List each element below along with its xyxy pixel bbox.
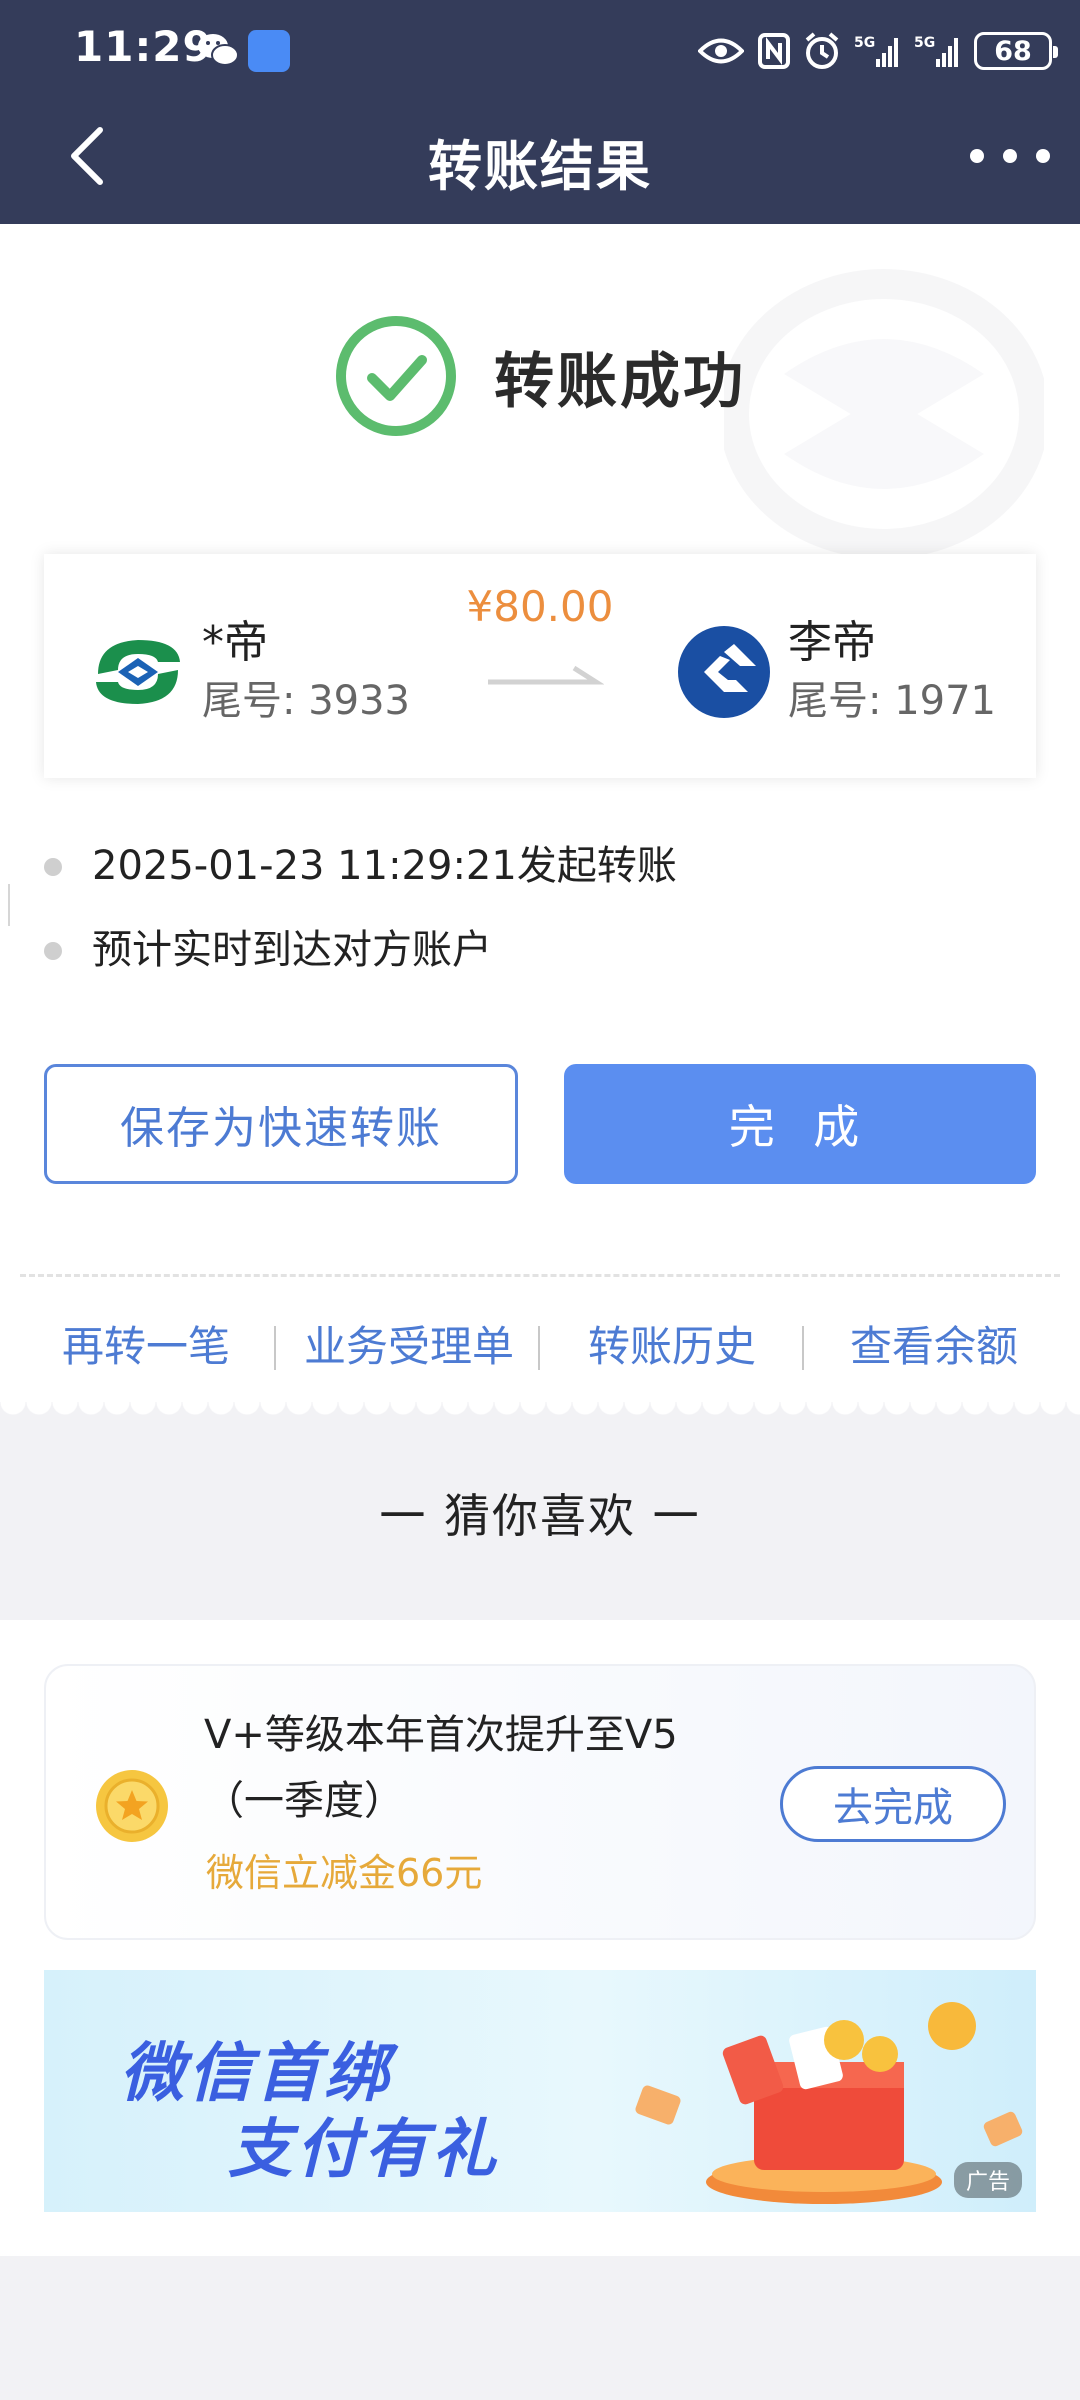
ad-label: 广告 xyxy=(953,2162,1022,2198)
more-options-button[interactable] xyxy=(970,136,1050,176)
link-transfer-history[interactable]: 转账历史 xyxy=(588,1312,756,1382)
timeline-item: 预计实时到达对方账户 xyxy=(44,908,1024,992)
success-text: 转账成功 xyxy=(494,346,746,417)
payee-name: 李帝 xyxy=(788,617,876,668)
payer-name: *帝 xyxy=(202,617,268,668)
quick-links: 再转一笔 业务受理单 转账历史 查看余额 xyxy=(0,1312,1080,1382)
link-separator xyxy=(538,1326,540,1370)
link-check-balance[interactable]: 查看余额 xyxy=(850,1312,1018,1382)
signal-5g-icon-2: 5G xyxy=(914,35,958,67)
banner-line-2: 支付有礼 xyxy=(228,2113,500,2187)
transfer-summary-card: ¥80.00 *帝 尾号: 3933 李帝 尾号: 1971 xyxy=(44,554,1036,778)
transfer-result-panel: 转账成功 ¥80.00 *帝 尾号: 3933 李帝 尾号: 1971 2025… xyxy=(0,224,1080,1402)
status-bar: 11:29 5G 5G 68 xyxy=(0,0,1080,100)
timeline-text: 预计实时到达对方账户 xyxy=(92,927,492,973)
transfer-timeline: 2025-01-23 11:29:21发起转账 预计实时到达对方账户 xyxy=(44,824,1024,992)
svg-text:5G: 5G xyxy=(914,35,935,51)
app-notification-icon xyxy=(248,30,290,72)
recommend-heading: 一 猜你喜欢 一 xyxy=(379,1489,701,1543)
task-card[interactable]: V+等级本年首次提升至V5（一季度） 微信立减金66元 去完成 xyxy=(44,1664,1036,1940)
done-button[interactable]: 完 成 xyxy=(564,1064,1036,1184)
battery-indicator: 68 xyxy=(974,32,1058,70)
eye-icon xyxy=(698,38,744,64)
nfc-icon xyxy=(758,33,790,69)
promo-banner[interactable]: 微信首绑 支付有礼 广告 xyxy=(44,1970,1036,2212)
link-transfer-again[interactable]: 再转一笔 xyxy=(62,1312,230,1382)
top-bar: 11:29 5G 5G 68 转账结果 xyxy=(0,0,1080,224)
status-icons: 5G 5G 68 xyxy=(698,26,1058,76)
transfer-arrow-icon xyxy=(488,665,604,685)
save-quick-transfer-button[interactable]: 保存为快速转账 xyxy=(44,1064,518,1184)
recommend-section: V+等级本年首次提升至V5（一季度） 微信立减金66元 去完成 微信首绑 支付有… xyxy=(0,1620,1080,2256)
psbc-bank-logo-icon xyxy=(96,640,180,704)
gold-coin-star-icon xyxy=(96,1770,168,1842)
payee-account: 李帝 尾号: 1971 xyxy=(674,614,996,730)
timeline-item: 2025-01-23 11:29:21发起转账 xyxy=(44,824,1024,908)
task-bonus: 微信立减金66元 xyxy=(206,1851,483,1895)
payer-account-tail: 尾号: 3933 xyxy=(202,678,410,724)
payee-account-tail: 尾号: 1971 xyxy=(788,678,996,724)
success-check-icon xyxy=(336,316,456,436)
payer-account: *帝 尾号: 3933 xyxy=(88,614,410,730)
link-business-receipt[interactable]: 业务受理单 xyxy=(304,1312,514,1382)
link-separator xyxy=(802,1326,804,1370)
link-separator xyxy=(274,1326,276,1370)
alarm-icon xyxy=(805,32,839,69)
timeline-connector xyxy=(8,884,10,926)
signal-5g-icon: 5G xyxy=(854,35,898,67)
scalloped-edge xyxy=(0,1402,1080,1424)
ccb-bank-logo-icon xyxy=(678,626,770,718)
divider xyxy=(20,1274,1060,1277)
timeline-dot xyxy=(44,858,62,876)
timeline-dot xyxy=(44,942,62,960)
timeline-text: 2025-01-23 11:29:21发起转账 xyxy=(92,843,677,889)
page-title: 转账结果 xyxy=(428,135,652,198)
success-header: 转账成功 xyxy=(0,314,1080,438)
status-time: 11:29 xyxy=(74,22,213,71)
wechat-icon xyxy=(198,34,239,66)
task-title: V+等级本年首次提升至V5（一季度） xyxy=(204,1712,678,1824)
svg-text:5G: 5G xyxy=(854,35,875,51)
go-complete-button[interactable]: 去完成 xyxy=(780,1766,1006,1842)
